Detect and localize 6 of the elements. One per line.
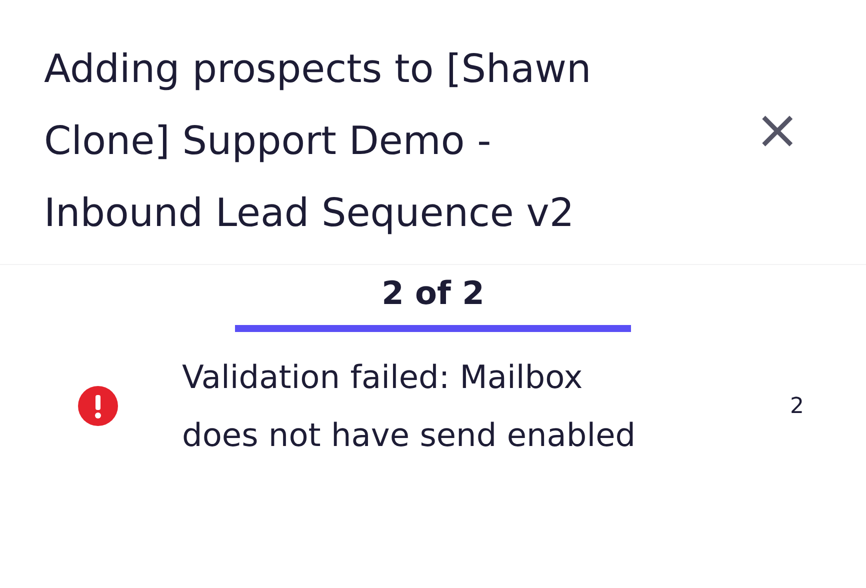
error-icon bbox=[78, 386, 118, 426]
dialog-title: Adding prospects to [Shawn Clone] Support Demo - Inbound Lead Sequence v2 bbox=[44, 46, 592, 238]
error-count: 2 bbox=[790, 394, 804, 418]
close-button[interactable]: × bbox=[748, 103, 806, 157]
error-message: Validation failed: Mailbox does not have send enabled bbox=[182, 357, 637, 456]
progress-label: 2 of 2 bbox=[382, 273, 484, 314]
